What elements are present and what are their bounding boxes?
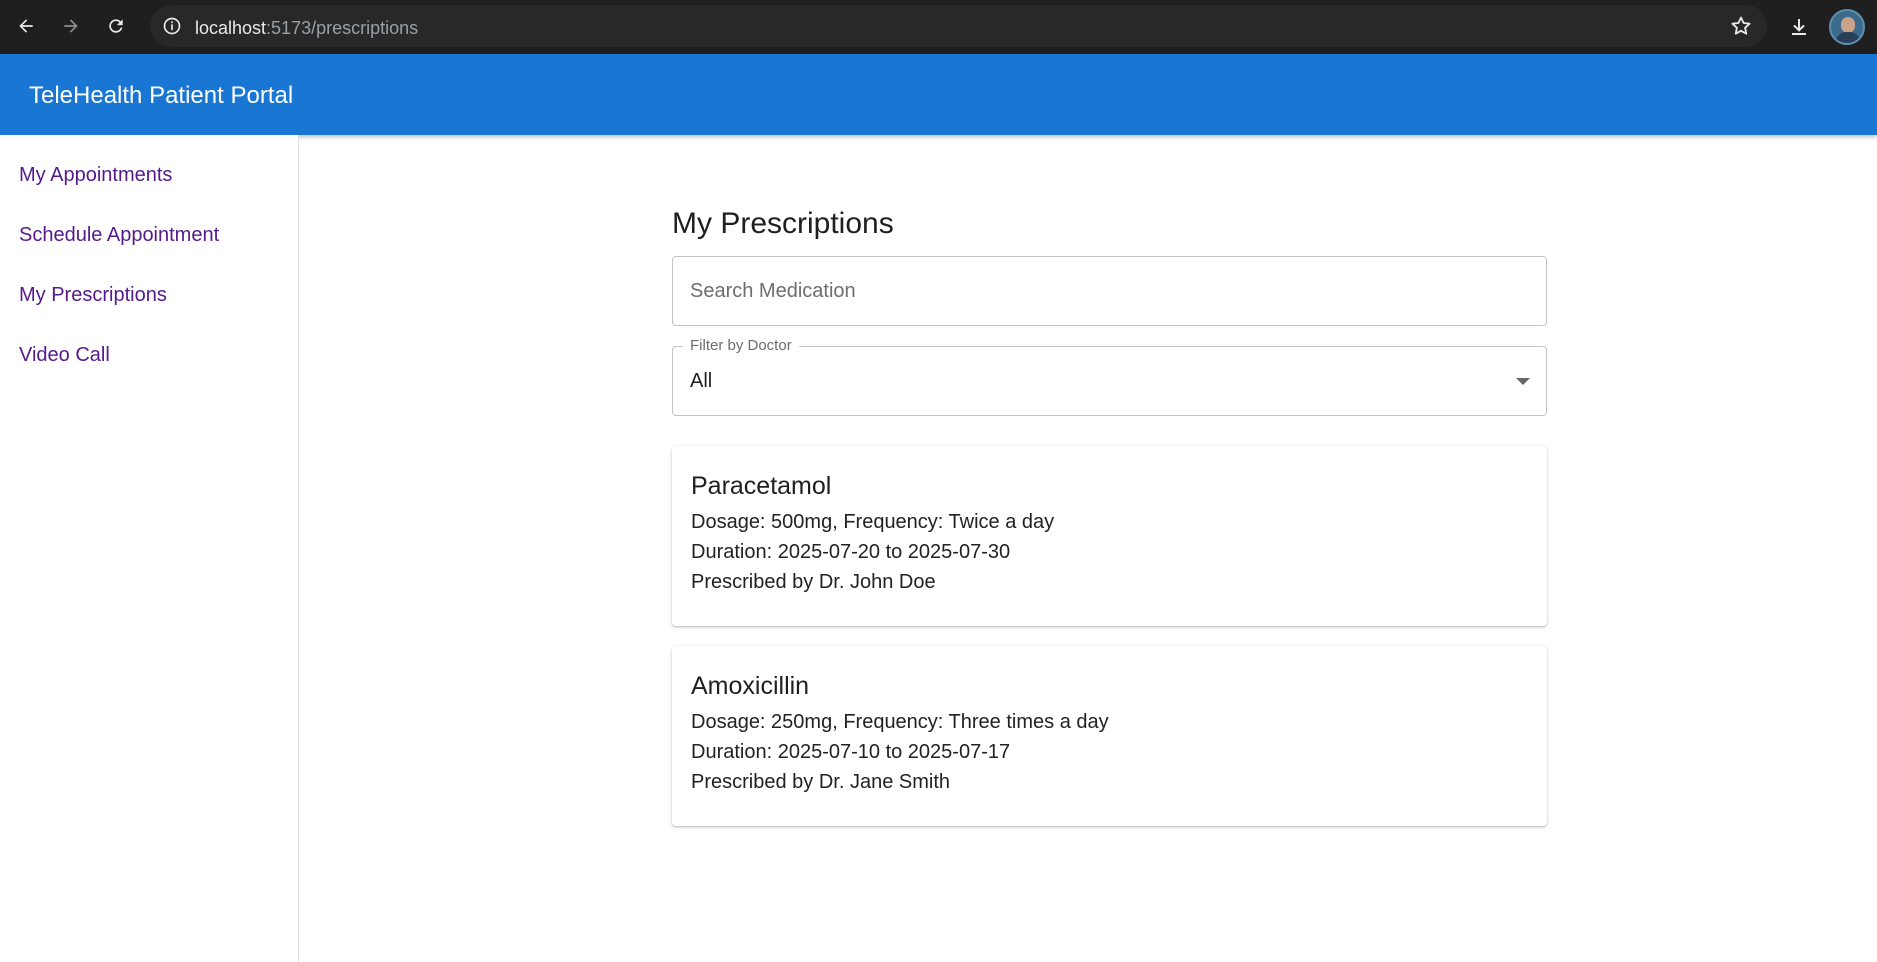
prescriber-text: Prescribed by Dr. John Doe bbox=[691, 571, 936, 593]
reload-button[interactable] bbox=[99, 9, 133, 43]
search-field[interactable] bbox=[672, 256, 1547, 326]
avatar-face bbox=[1841, 17, 1855, 33]
url-path: :5173/prescriptions bbox=[266, 18, 419, 38]
arrow-right-icon bbox=[64, 19, 78, 33]
sidebar-item-prescriptions[interactable]: My Prescriptions bbox=[19, 284, 167, 307]
filter-value: All bbox=[690, 370, 713, 392]
avatar-body bbox=[1836, 32, 1860, 43]
medication-name: Paracetamol bbox=[691, 472, 832, 500]
search-input[interactable] bbox=[690, 257, 1530, 325]
download-icon[interactable] bbox=[1783, 11, 1815, 43]
doctor-filter-select[interactable]: Filter by Doctor All bbox=[672, 337, 1547, 416]
address-bar[interactable]: localhost:5173/prescriptions bbox=[150, 5, 1767, 47]
dosage-text: Dosage: 250mg, Frequency: Three times a … bbox=[691, 711, 1109, 733]
page-title: My Prescriptions bbox=[672, 207, 894, 240]
prescription-card: Amoxicillin Dosage: 250mg, Frequency: Th… bbox=[672, 646, 1547, 826]
prescription-card: Paracetamol Dosage: 500mg, Frequency: Tw… bbox=[672, 446, 1547, 626]
prescriber-text: Prescribed by Dr. Jane Smith bbox=[691, 771, 950, 793]
chevron-down-icon[interactable] bbox=[1516, 378, 1530, 385]
medication-name: Amoxicillin bbox=[691, 672, 810, 700]
avatar[interactable] bbox=[1829, 9, 1865, 45]
browser-toolbar: localhost:5173/prescriptions bbox=[0, 0, 1877, 54]
dosage-text: Dosage: 500mg, Frequency: Twice a day bbox=[691, 511, 1055, 533]
sidebar-item-video-call[interactable]: Video Call bbox=[19, 344, 110, 367]
info-icon[interactable] bbox=[160, 14, 184, 38]
duration-text: Duration: 2025-07-20 to 2025-07-30 bbox=[691, 541, 1011, 563]
app-title: TeleHealth Patient Portal bbox=[29, 82, 294, 109]
url-host: localhost bbox=[195, 18, 267, 38]
sidebar-item-schedule-appointment[interactable]: Schedule Appointment bbox=[19, 224, 219, 247]
sidebar-item-appointments[interactable]: My Appointments bbox=[19, 164, 172, 187]
back-button[interactable] bbox=[9, 9, 43, 43]
filter-label: Filter by Doctor bbox=[683, 337, 799, 354]
app-header: TeleHealth Patient Portal bbox=[0, 54, 1877, 135]
url-text[interactable]: localhost:5173/prescriptions bbox=[195, 18, 418, 39]
forward-button[interactable] bbox=[54, 9, 88, 43]
arrow-left-icon bbox=[19, 19, 33, 33]
sidebar: My Appointments Schedule Appointment My … bbox=[0, 135, 299, 962]
reload-icon bbox=[109, 19, 123, 33]
duration-text: Duration: 2025-07-10 to 2025-07-17 bbox=[691, 741, 1011, 763]
star-icon[interactable] bbox=[1729, 14, 1753, 38]
